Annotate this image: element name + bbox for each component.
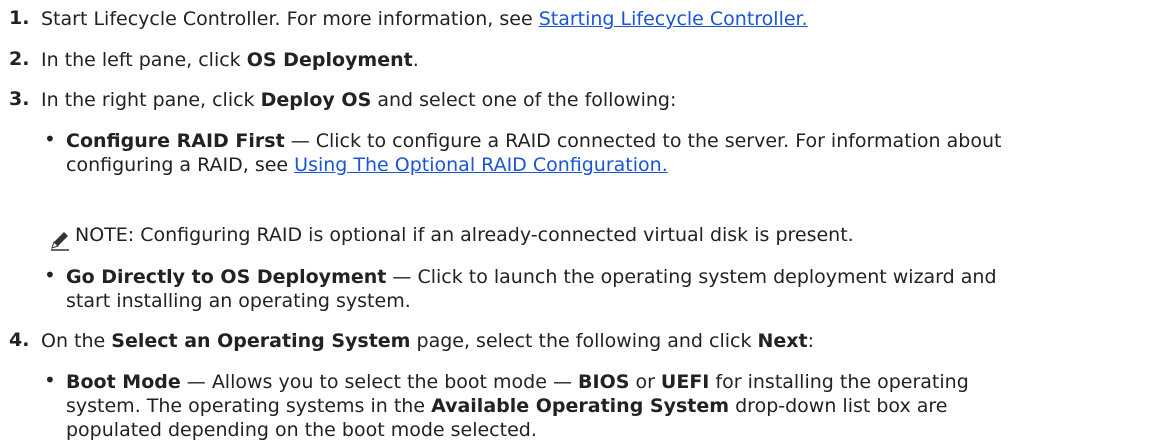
option-text: for installing the operating	[709, 371, 969, 393]
step-number: 1.	[9, 7, 30, 29]
next-label: Next	[757, 330, 808, 352]
option-text: — Click to configure a RAID connected to…	[284, 130, 1002, 152]
bullet: •	[44, 263, 56, 287]
option-text: or	[629, 371, 661, 393]
option-text: system. The operating systems in the	[66, 395, 432, 417]
note-text: NOTE: Configuring RAID is optional if an…	[75, 223, 854, 247]
option-line: populated depending on the boot mode sel…	[66, 418, 537, 442]
option-text: — Allows you to select the boot mode —	[180, 371, 579, 393]
option-line: Configure RAID First — Click to configur…	[66, 129, 1001, 153]
option-text: configuring a RAID, see	[66, 154, 295, 176]
select-an-operating-system-label: Select an Operating System	[111, 330, 411, 352]
step-number: 4.	[9, 329, 30, 351]
bullet: •	[44, 127, 56, 151]
step-number: 3.	[9, 88, 30, 110]
optional-raid-configuration-link[interactable]: Using The Optional RAID Configuration.	[294, 154, 668, 176]
option-line: configuring a RAID, see Using The Option…	[66, 153, 668, 177]
step-1-text: Start Lifecycle Controller. For more inf…	[41, 8, 539, 30]
step-2-pre: In the left pane, click	[41, 49, 247, 71]
bios-label: BIOS	[578, 371, 630, 393]
os-deployment-label: OS Deployment	[246, 49, 413, 71]
option-text: populated depending on the boot mode sel…	[66, 419, 537, 441]
configure-raid-first-label: Configure RAID First	[66, 130, 285, 152]
go-directly-to-os-deployment-label: Go Directly to OS Deployment	[66, 266, 387, 288]
step-text: In the left pane, click OS Deployment.	[41, 48, 419, 72]
step-4-post: :	[807, 330, 815, 352]
option-text: drop-down list box are	[729, 395, 948, 417]
step-4-pre: On the	[41, 330, 112, 352]
bullet: •	[44, 368, 56, 392]
step-4-mid: page, select the following and click	[410, 330, 758, 352]
note-body: Configuring RAID is optional if an alrea…	[134, 224, 854, 246]
step-3-pre: In the right pane, click	[41, 89, 261, 111]
option-line: Boot Mode — Allows you to select the boo…	[66, 370, 969, 394]
boot-mode-label: Boot Mode	[66, 371, 181, 393]
option-text: start installing an operating system.	[66, 290, 411, 312]
note-label: NOTE:	[75, 224, 135, 246]
deploy-os-label: Deploy OS	[260, 89, 372, 111]
step-number: 2.	[9, 48, 30, 70]
step-2-post: .	[412, 49, 419, 71]
step-text: In the right pane, click Deploy OS and s…	[41, 88, 676, 112]
starting-lifecycle-controller-link[interactable]: Starting Lifecycle Controller.	[539, 8, 808, 30]
option-line: Go Directly to OS Deployment — Click to …	[66, 265, 997, 289]
available-operating-system-label: Available Operating System	[431, 395, 730, 417]
step-3-post: and select one of the following:	[371, 89, 677, 111]
pencil-note-icon	[51, 232, 69, 251]
uefi-label: UEFI	[660, 371, 710, 393]
step-text: On the Select an Operating System page, …	[41, 329, 814, 353]
option-line: system. The operating systems in the Ava…	[66, 394, 947, 418]
option-text: — Click to launch the operating system d…	[386, 266, 997, 288]
step-text: Start Lifecycle Controller. For more inf…	[41, 7, 808, 31]
option-line: start installing an operating system.	[66, 289, 411, 313]
